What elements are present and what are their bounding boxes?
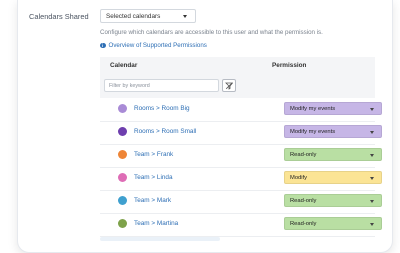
chevron-down-icon xyxy=(370,176,374,180)
calendars-shared-label: Calendars Shared xyxy=(29,12,89,21)
calendar-color-dot xyxy=(118,150,127,159)
table-row: Team > Martina Read-only xyxy=(100,213,382,237)
calendar-color-dot xyxy=(118,173,127,182)
calendar-color-dot xyxy=(118,219,127,228)
truncated-content xyxy=(100,237,220,241)
permission-select[interactable]: Read-only xyxy=(284,148,382,161)
column-header-calendar: Calendar xyxy=(110,62,138,69)
calendar-link[interactable]: Team > Mark xyxy=(134,197,171,204)
permission-value: Read-only xyxy=(290,220,317,227)
overview-permissions-link-wrap[interactable]: i Overview of Supported Permissions xyxy=(100,42,207,49)
clear-filter-button[interactable] xyxy=(222,79,236,92)
table-row: Team > Mark Read-only xyxy=(100,190,382,214)
calendars-shared-select[interactable]: Selected calendars xyxy=(100,9,196,23)
column-header-permission: Permission xyxy=(272,62,307,69)
info-icon: i xyxy=(100,42,106,48)
table-row: Rooms > Room Small Modify my events xyxy=(100,121,382,145)
chevron-down-icon xyxy=(370,199,374,203)
table-row: Team > Linda Modify xyxy=(100,167,382,191)
settings-card: Calendars Shared Selected calendars Conf… xyxy=(17,0,393,253)
permission-value: Modify my events xyxy=(290,105,336,112)
chevron-down-icon xyxy=(370,107,374,111)
table-row: Rooms > Room Big Modify my events xyxy=(100,98,382,122)
calendar-link[interactable]: Rooms > Room Small xyxy=(134,128,196,135)
table-row: Team > Frank Read-only xyxy=(100,144,382,168)
calendar-link[interactable]: Team > Linda xyxy=(134,174,173,181)
permission-value: Read-only xyxy=(290,151,317,158)
chevron-down-icon xyxy=(370,153,374,157)
calendar-link[interactable]: Team > Frank xyxy=(134,151,173,158)
filter-row: Filter by keyword xyxy=(100,74,375,98)
permission-select[interactable]: Read-only xyxy=(284,194,382,207)
calendar-color-dot xyxy=(118,127,127,136)
chevron-down-icon xyxy=(370,222,374,226)
calendar-link[interactable]: Team > Martina xyxy=(134,220,178,227)
filter-placeholder: Filter by keyword xyxy=(109,83,150,89)
chevron-down-icon xyxy=(183,15,187,18)
chevron-down-icon xyxy=(370,130,374,134)
calendar-color-dot xyxy=(118,104,127,113)
permission-select[interactable]: Modify xyxy=(284,171,382,184)
overview-permissions-link[interactable]: Overview of Supported Permissions xyxy=(109,42,207,49)
filter-input[interactable]: Filter by keyword xyxy=(104,79,219,92)
permission-value: Modify my events xyxy=(290,128,336,135)
permission-select[interactable]: Read-only xyxy=(284,217,382,230)
calendar-color-dot xyxy=(118,196,127,205)
permission-value: Modify xyxy=(290,174,308,181)
calendar-link[interactable]: Rooms > Room Big xyxy=(134,105,190,112)
calendars-description: Configure which calendars are accessible… xyxy=(100,29,323,36)
table-header: Calendar Permission xyxy=(100,57,375,74)
permission-select[interactable]: Modify my events xyxy=(284,102,382,115)
permission-select[interactable]: Modify my events xyxy=(284,125,382,138)
clear-filter-icon xyxy=(225,82,233,90)
permission-value: Read-only xyxy=(290,197,317,204)
calendars-shared-select-value: Selected calendars xyxy=(106,12,161,20)
